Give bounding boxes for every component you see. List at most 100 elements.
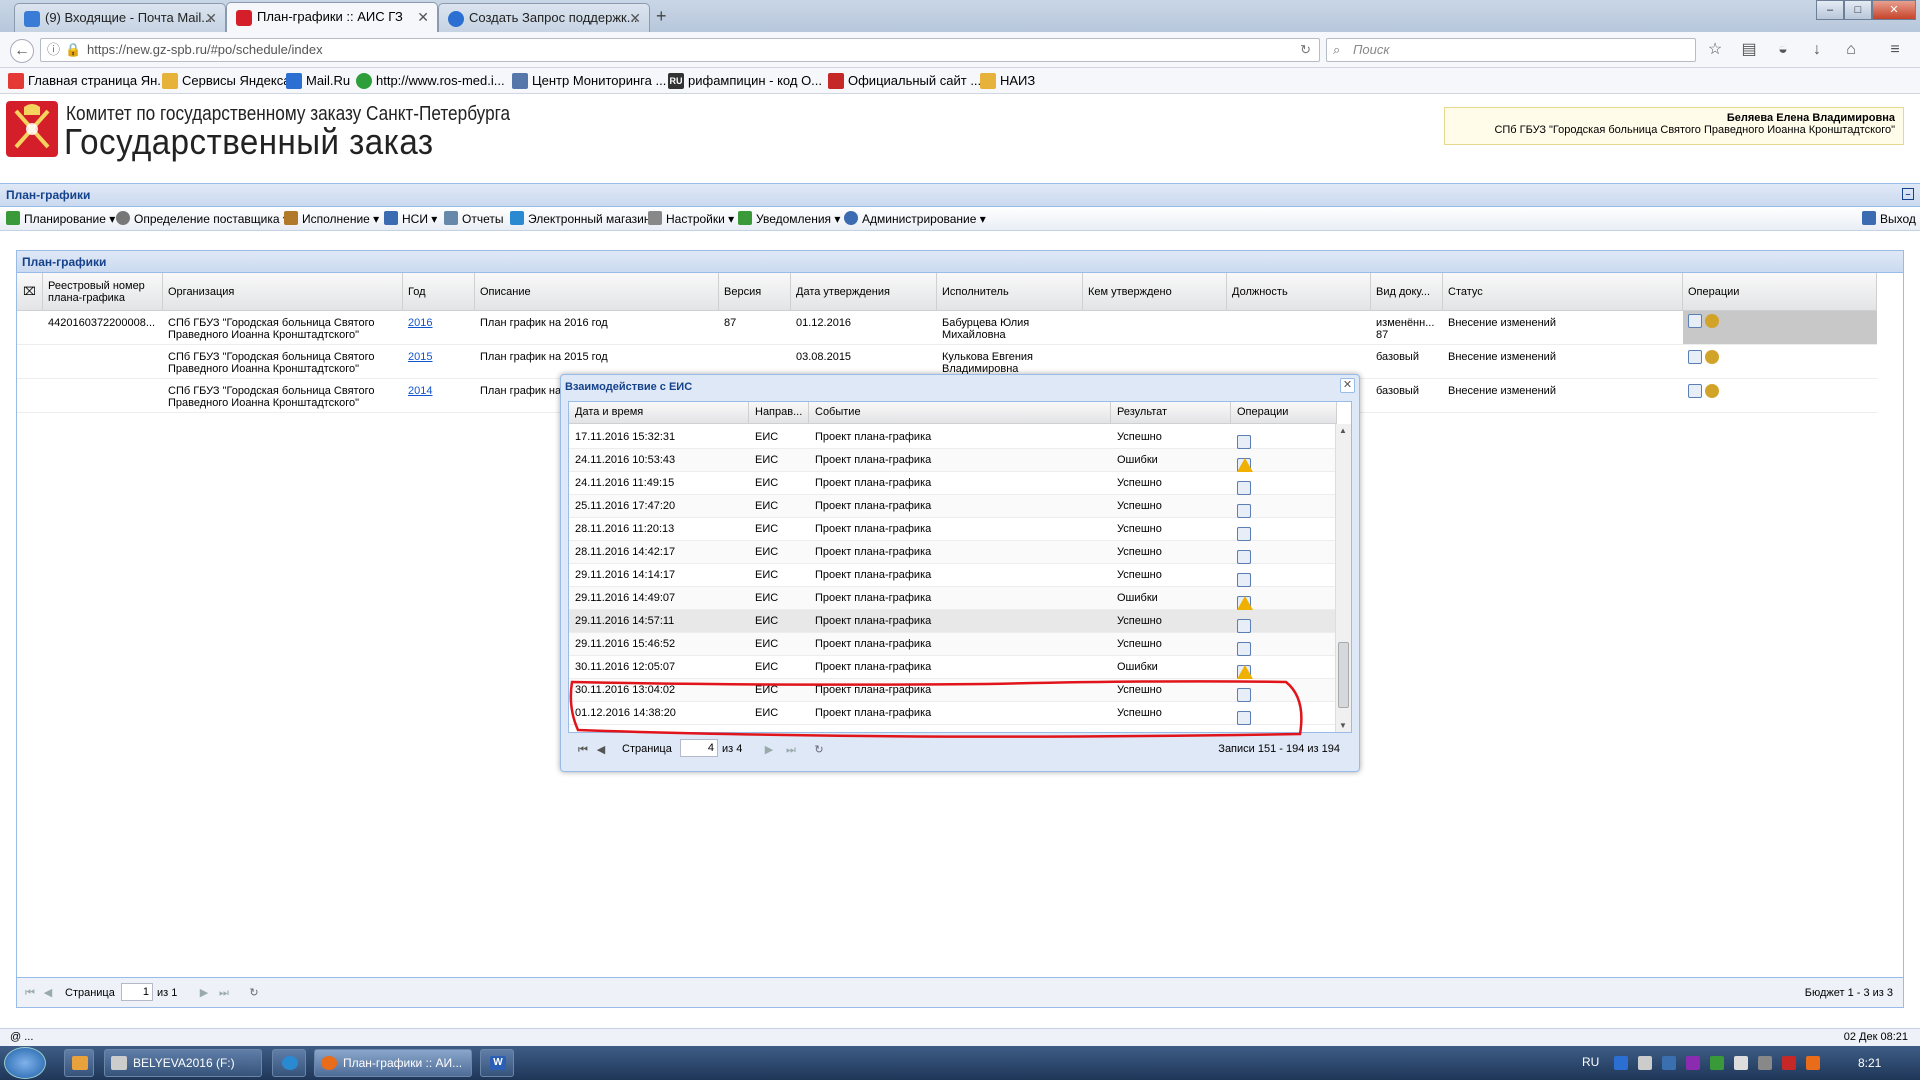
volume-icon[interactable]: [1734, 1056, 1748, 1070]
page-input[interactable]: 1: [121, 983, 153, 1001]
table-row[interactable]: 30.11.2016 12:05:07 ЕИС Проект плана-графи…: [569, 656, 1335, 679]
page-input[interactable]: 4: [680, 739, 718, 757]
browser-tab-schedules[interactable]: План-графики :: АИС ГЗ ✕: [226, 2, 438, 33]
start-button[interactable]: [4, 1047, 46, 1079]
col-datetime[interactable]: Дата и время: [569, 402, 749, 424]
col-year[interactable]: Год: [403, 273, 475, 311]
scrollbar[interactable]: ▲ ▼: [1335, 424, 1351, 732]
menu-planning[interactable]: Планирование ▾: [6, 211, 115, 227]
next-page-icon[interactable]: ▶: [762, 743, 776, 757]
col-result[interactable]: Результат: [1111, 402, 1231, 424]
table-row[interactable]: 24.11.2016 11:49:15 ЕИС Проект плана-графи…: [569, 472, 1335, 495]
eagle-icon[interactable]: [1705, 350, 1719, 364]
eagle-icon[interactable]: [1705, 314, 1719, 328]
taskbar-media-player[interactable]: [64, 1049, 94, 1077]
document-icon[interactable]: [1237, 573, 1251, 587]
taskbar-explorer[interactable]: BELYEVA2016 (F:): [104, 1049, 262, 1077]
download-icon[interactable]: ↓: [1808, 41, 1826, 59]
warning-icon[interactable]: [1237, 665, 1253, 679]
bookmark-star-icon[interactable]: ☆: [1706, 41, 1724, 59]
col-doc-type[interactable]: Вид доку...: [1371, 273, 1443, 311]
scroll-down-icon[interactable]: ▼: [1339, 721, 1347, 730]
close-tab-icon[interactable]: ✕: [205, 4, 217, 32]
menu-settings[interactable]: Настройки ▾: [648, 211, 734, 227]
document-icon[interactable]: [1237, 711, 1251, 725]
close-window-button[interactable]: ✕: [1872, 0, 1916, 20]
col-organization[interactable]: Организация: [163, 273, 403, 311]
search-input[interactable]: ⌕ Поиск: [1326, 38, 1696, 62]
menu-nsi[interactable]: НСИ ▾: [384, 211, 437, 227]
bookmark-rifampicin[interactable]: RU рифампицин - код О...: [668, 72, 822, 90]
menu-administration[interactable]: Администрирование ▾: [844, 211, 986, 227]
reading-list-icon[interactable]: ▤: [1740, 41, 1758, 59]
document-icon[interactable]: [1237, 481, 1251, 495]
network-icon[interactable]: [1758, 1056, 1772, 1070]
close-tab-icon[interactable]: ✕: [417, 3, 429, 31]
tray-bluetooth-icon[interactable]: [1662, 1056, 1676, 1070]
collapse-icon[interactable]: –: [1902, 188, 1914, 200]
col-executor[interactable]: Исполнитель: [937, 273, 1083, 311]
last-page-icon[interactable]: ⏭: [784, 743, 798, 757]
back-button[interactable]: ←: [10, 39, 34, 63]
prev-page-icon[interactable]: ◀: [594, 743, 608, 757]
document-icon[interactable]: [1237, 688, 1251, 702]
table-row[interactable]: 29.11.2016 15:46:52 ЕИС Проект плана-графи…: [569, 633, 1335, 656]
refresh-icon[interactable]: ↻: [247, 986, 261, 1000]
table-row[interactable]: 25.11.2016 17:47:20 ЕИС Проект плана-графи…: [569, 495, 1335, 518]
document-icon[interactable]: [1688, 314, 1702, 328]
col-operations[interactable]: Операции: [1231, 402, 1337, 424]
table-row[interactable]: 29.11.2016 14:49:07 ЕИС Проект плана-графи…: [569, 587, 1335, 610]
home-icon[interactable]: ⌂: [1842, 41, 1860, 59]
document-icon[interactable]: [1237, 435, 1251, 449]
menu-notifications[interactable]: Уведомления ▾: [738, 211, 840, 227]
col-direction[interactable]: Направ...: [749, 402, 809, 424]
tray-flag-icon[interactable]: [1782, 1056, 1796, 1070]
filter-clear-icon[interactable]: ⌧: [17, 273, 43, 311]
language-indicator[interactable]: RU: [1582, 1055, 1599, 1069]
document-icon[interactable]: [1237, 550, 1251, 564]
col-description[interactable]: Описание: [475, 273, 719, 311]
year-link[interactable]: 2016: [403, 315, 475, 331]
table-row[interactable]: 30.11.2016 13:04:02 ЕИС Проект плана-графи…: [569, 679, 1335, 702]
menu-icon[interactable]: ≡: [1886, 41, 1904, 59]
pocket-icon[interactable]: ◒: [1774, 41, 1792, 59]
exit-button[interactable]: Выход: [1862, 211, 1916, 227]
url-text[interactable]: https://new.gz-spb.ru/#po/schedule/index: [87, 42, 323, 57]
table-row[interactable]: 24.11.2016 10:53:43 ЕИС Проект плана-графи…: [569, 449, 1335, 472]
last-page-icon[interactable]: ⏭: [217, 986, 231, 1000]
bookmark-mailru[interactable]: Mail.Ru: [286, 72, 350, 90]
taskbar-word[interactable]: W: [480, 1049, 514, 1077]
document-icon[interactable]: [1237, 527, 1251, 541]
warning-icon[interactable]: [1237, 458, 1253, 472]
table-row[interactable]: 4420160372200008... СПб ГБУЗ "Городская …: [17, 311, 1877, 345]
dialog-close-button[interactable]: ✕: [1340, 378, 1355, 393]
tray-onenote-icon[interactable]: [1686, 1056, 1700, 1070]
info-icon[interactable]: ⓘ: [47, 39, 60, 61]
taskbar-ie[interactable]: [272, 1049, 306, 1077]
close-tab-icon[interactable]: ✕: [629, 4, 641, 32]
col-position[interactable]: Должность: [1227, 273, 1371, 311]
menu-supplier[interactable]: Определение поставщика ▾: [116, 211, 289, 227]
bookmark-monitoring[interactable]: Центр Мониторинга ...: [512, 72, 666, 90]
prev-page-icon[interactable]: ◀: [41, 986, 55, 1000]
first-page-icon[interactable]: ⏮: [576, 743, 590, 757]
tray-app-icon[interactable]: [1806, 1056, 1820, 1070]
scrollbar-thumb[interactable]: [1338, 642, 1349, 708]
bookmark-yandex-services[interactable]: Сервисы Яндекса: [162, 72, 290, 90]
table-row[interactable]: 29.11.2016 14:14:17 ЕИС Проект плана-графи…: [569, 564, 1335, 587]
col-event[interactable]: Событие: [809, 402, 1111, 424]
new-tab-button[interactable]: +: [656, 6, 667, 27]
tray-tool-icon[interactable]: [1638, 1056, 1652, 1070]
table-row[interactable]: 17.11.2016 15:32:31 ЕИС Проект плана-графи…: [569, 426, 1335, 449]
reload-icon[interactable]: ↻: [1300, 39, 1311, 61]
col-reg-number[interactable]: Реестровый номер плана-графика: [43, 273, 163, 311]
tray-update-icon[interactable]: [1710, 1056, 1724, 1070]
refresh-icon[interactable]: ↻: [812, 743, 826, 757]
col-approval-date[interactable]: Дата утверждения: [791, 273, 937, 311]
table-row[interactable]: 28.11.2016 14:42:17 ЕИС Проект плана-графи…: [569, 541, 1335, 564]
table-row[interactable]: 01.12.2016 14:38:20 ЕИС Проект плана-графи…: [569, 702, 1335, 725]
document-icon[interactable]: [1688, 384, 1702, 398]
document-icon[interactable]: [1237, 619, 1251, 633]
col-operations[interactable]: Операции: [1683, 273, 1877, 311]
document-icon[interactable]: [1237, 642, 1251, 656]
